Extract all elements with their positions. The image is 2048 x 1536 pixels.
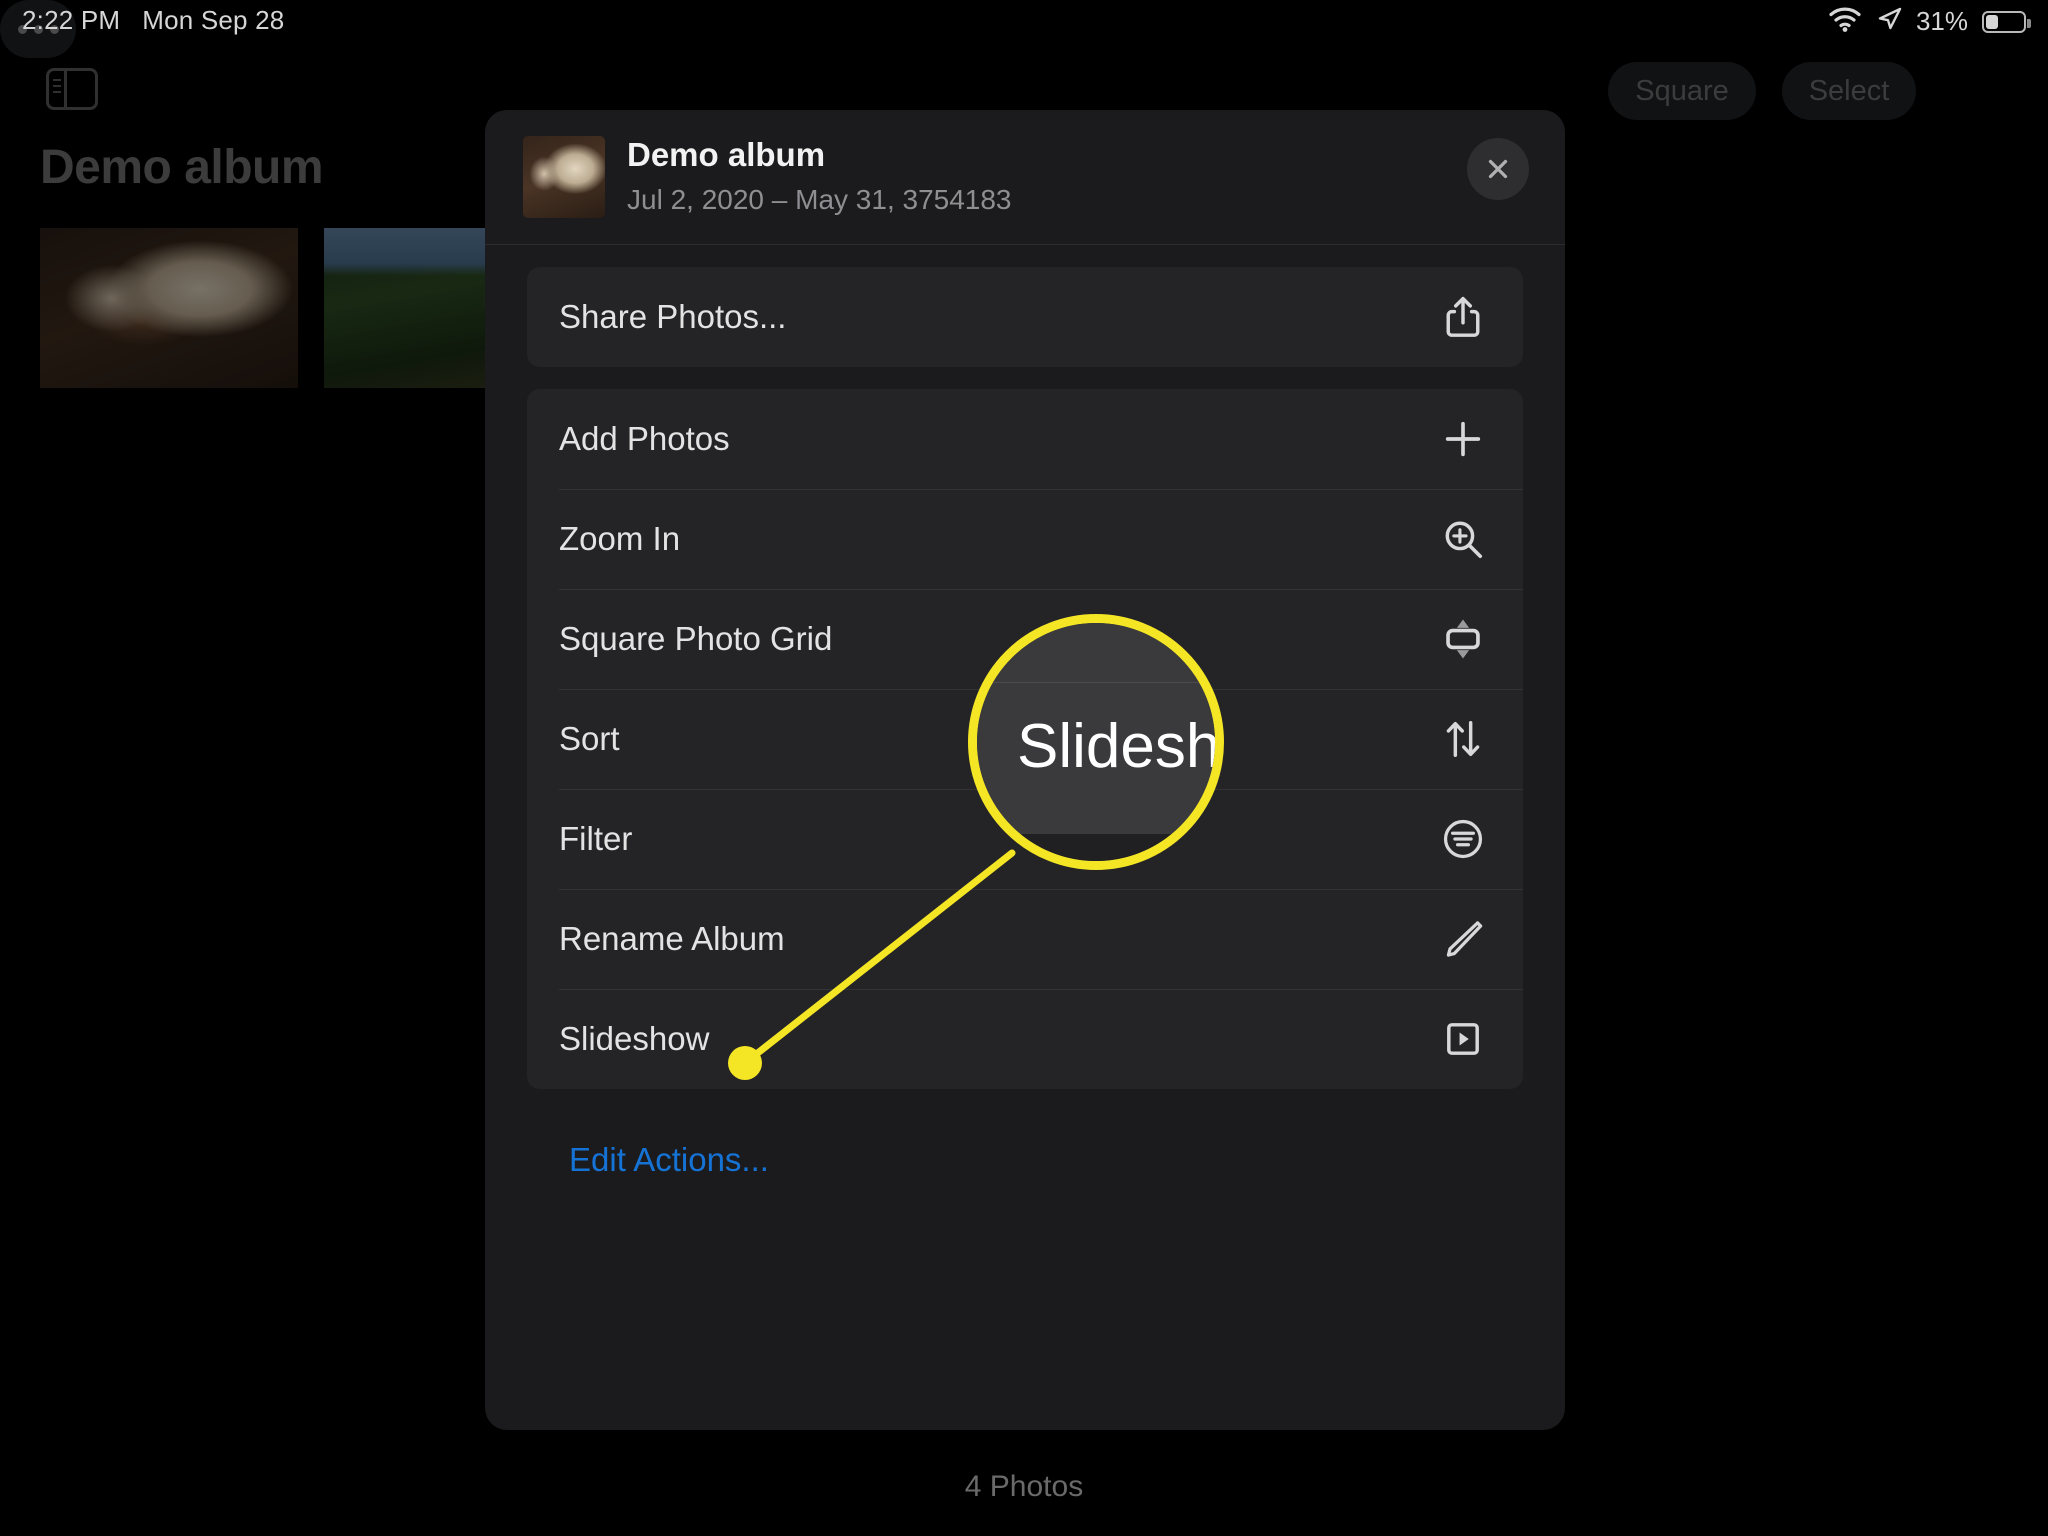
magnified-label: Slideshow xyxy=(1017,712,1221,781)
filter-icon xyxy=(1437,813,1489,865)
page-title: Demo album xyxy=(40,141,324,194)
sidebar-toggle-icon[interactable] xyxy=(46,68,98,110)
menu-item-slideshow[interactable]: Slideshow xyxy=(527,989,1523,1089)
share-group: Share Photos... xyxy=(527,267,1523,367)
sort-arrows-icon xyxy=(1437,713,1489,765)
zoom-in-icon xyxy=(1437,513,1489,565)
menu-item-add-photos[interactable]: Add Photos xyxy=(527,389,1523,489)
status-bar: 2:22 PM Mon Sep 28 31% xyxy=(0,0,2048,46)
battery-percent: 31% xyxy=(1915,6,1968,36)
play-box-icon xyxy=(1437,1013,1489,1065)
plus-icon xyxy=(1437,413,1489,465)
close-icon xyxy=(1488,159,1508,179)
status-time: 2:22 PM xyxy=(22,5,121,35)
dialog-subtitle: Jul 2, 2020 – May 31, 3754183 xyxy=(627,184,1012,215)
status-bar-right: 31% xyxy=(1828,6,2031,37)
wifi-icon xyxy=(1828,6,1862,37)
dialog-header: Demo album Jul 2, 2020 – May 31, 3754183 xyxy=(485,110,1565,245)
status-date: Mon Sep 28 xyxy=(142,5,285,35)
edit-actions-row: Edit Actions... xyxy=(527,1111,1523,1179)
screen: 2:22 PM Mon Sep 28 31% Demo album Square… xyxy=(0,0,2048,1536)
callout-target-dot xyxy=(728,1046,762,1080)
menu-item-zoom-in[interactable]: Zoom In xyxy=(527,489,1523,589)
pencil-icon xyxy=(1437,913,1489,965)
menu-item-rename-album[interactable]: Rename Album xyxy=(527,889,1523,989)
menu-item-label: Add Photos xyxy=(559,420,730,457)
square-photo-grid-icon xyxy=(1437,613,1489,665)
select-button[interactable]: Select xyxy=(1782,62,1916,120)
menu-item-label: Rename Album xyxy=(559,920,785,957)
edit-actions-button[interactable]: Edit Actions... xyxy=(569,1141,769,1178)
menu-item-label: Share Photos... xyxy=(559,298,787,335)
magnifier-callout: Slideshow xyxy=(968,614,1224,870)
menu-item-label: Slideshow xyxy=(559,1020,710,1057)
location-arrow-icon xyxy=(1876,6,1902,37)
menu-item-share-photos[interactable]: Share Photos... xyxy=(527,267,1523,367)
menu-item-label: Zoom In xyxy=(559,520,681,557)
photo-count-label: 4 Photos xyxy=(964,1470,1084,1503)
dialog-title: Demo album xyxy=(627,136,826,173)
album-cover-thumbnail xyxy=(523,136,605,218)
photo-thumbnail[interactable] xyxy=(40,228,298,388)
share-icon xyxy=(1437,291,1489,343)
status-bar-left: 2:22 PM Mon Sep 28 xyxy=(22,5,284,36)
close-button[interactable] xyxy=(1467,138,1529,200)
battery-icon xyxy=(1982,10,2031,33)
square-button[interactable]: Square xyxy=(1608,62,1756,120)
